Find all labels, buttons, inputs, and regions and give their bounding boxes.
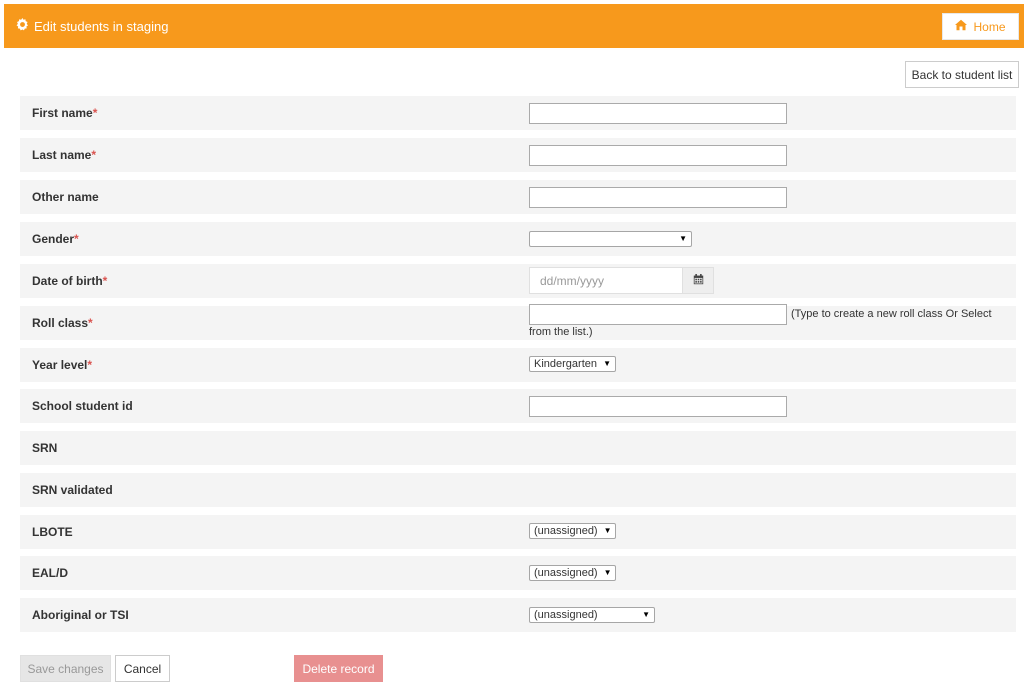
last-name-label: Last name xyxy=(32,148,92,162)
home-icon xyxy=(955,19,968,34)
srn-validated-label: SRN validated xyxy=(32,483,113,497)
aboriginal-tsi-row: Aboriginal or TSI (unassigned) ▼ xyxy=(20,598,1016,632)
roll-class-label: Roll class xyxy=(32,316,89,330)
srn-row: SRN xyxy=(20,431,1016,465)
home-button-label: Home xyxy=(973,19,1006,34)
required-marker: * xyxy=(88,316,93,330)
dob-label: Date of birth xyxy=(32,274,103,288)
lbote-label: LBOTE xyxy=(32,525,73,539)
aboriginal-tsi-label: Aboriginal or TSI xyxy=(32,608,129,622)
year-level-select-value: Kindergarten xyxy=(534,358,597,370)
last-name-row: Last name* xyxy=(20,138,1016,172)
dropdown-arrow-icon: ▼ xyxy=(603,526,612,535)
eald-row: EAL/D (unassigned) ▼ xyxy=(20,556,1016,590)
lbote-select-value: (unassigned) xyxy=(534,525,598,537)
dropdown-arrow-icon: ▼ xyxy=(679,234,687,243)
required-marker: * xyxy=(92,106,98,120)
required-marker: * xyxy=(87,358,93,372)
dob-input[interactable]: dd/mm/yyyy xyxy=(529,267,683,294)
delete-record-button[interactable]: Delete record xyxy=(294,655,383,682)
dob-row: Date of birth* dd/mm/yyyy xyxy=(20,264,1016,298)
other-name-input[interactable] xyxy=(529,187,787,208)
last-name-input[interactable] xyxy=(529,145,787,166)
school-student-id-input[interactable] xyxy=(529,396,787,417)
srn-validated-row: SRN validated xyxy=(20,473,1016,507)
other-name-row: Other name xyxy=(20,180,1016,214)
dropdown-arrow-icon: ▼ xyxy=(603,359,611,368)
date-picker-button[interactable] xyxy=(683,267,714,294)
aboriginal-tsi-select[interactable]: (unassigned) ▼ xyxy=(529,607,655,623)
aboriginal-tsi-select-value: (unassigned) xyxy=(534,609,598,621)
page-title: Edit students in staging xyxy=(16,18,168,34)
required-marker: * xyxy=(102,274,108,288)
gear-icon xyxy=(16,18,29,34)
eald-label: EAL/D xyxy=(32,566,68,580)
dropdown-arrow-icon: ▼ xyxy=(642,610,650,619)
cancel-button[interactable]: Cancel xyxy=(115,655,170,682)
dob-placeholder: dd/mm/yyyy xyxy=(540,273,605,288)
eald-select[interactable]: (unassigned) ▼ xyxy=(529,565,616,581)
eald-select-value: (unassigned) xyxy=(534,567,598,579)
first-name-row: First name* xyxy=(20,96,1016,130)
school-student-id-label: School student id xyxy=(32,399,133,413)
roll-class-input[interactable] xyxy=(529,304,787,325)
header-bar: Edit students in staging Home xyxy=(4,4,1024,48)
lbote-row: LBOTE (unassigned) ▼ xyxy=(20,515,1016,549)
home-button[interactable]: Home xyxy=(942,13,1019,40)
lbote-select[interactable]: (unassigned) ▼ xyxy=(529,523,616,539)
roll-class-hint: (Type to create a new roll class Or Sele… xyxy=(791,308,992,320)
dropdown-arrow-icon: ▼ xyxy=(603,568,612,577)
required-marker: * xyxy=(74,232,79,246)
calendar-icon xyxy=(693,273,704,288)
year-level-row: Year level* Kindergarten ▼ xyxy=(20,348,1016,382)
gender-label: Gender xyxy=(32,232,75,246)
page-title-text: Edit students in staging xyxy=(34,18,169,34)
gender-select[interactable]: ▼ xyxy=(529,231,692,247)
srn-label: SRN xyxy=(32,441,58,455)
roll-class-row: Roll class* (Type to create a new roll c… xyxy=(20,304,1016,340)
back-to-student-list-button[interactable]: Back to student list xyxy=(905,61,1019,88)
gender-row: Gender* ▼ xyxy=(20,222,1016,256)
first-name-label: First name xyxy=(32,106,93,120)
year-level-select[interactable]: Kindergarten ▼ xyxy=(529,356,616,372)
school-student-id-row: School student id xyxy=(20,389,1016,423)
save-changes-button[interactable]: Save changes xyxy=(20,655,111,682)
year-level-label: Year level xyxy=(32,358,88,372)
required-marker: * xyxy=(91,148,97,162)
first-name-input[interactable] xyxy=(529,103,787,124)
roll-class-hint-continued: from the list.) xyxy=(529,326,593,338)
other-name-label: Other name xyxy=(32,190,99,204)
